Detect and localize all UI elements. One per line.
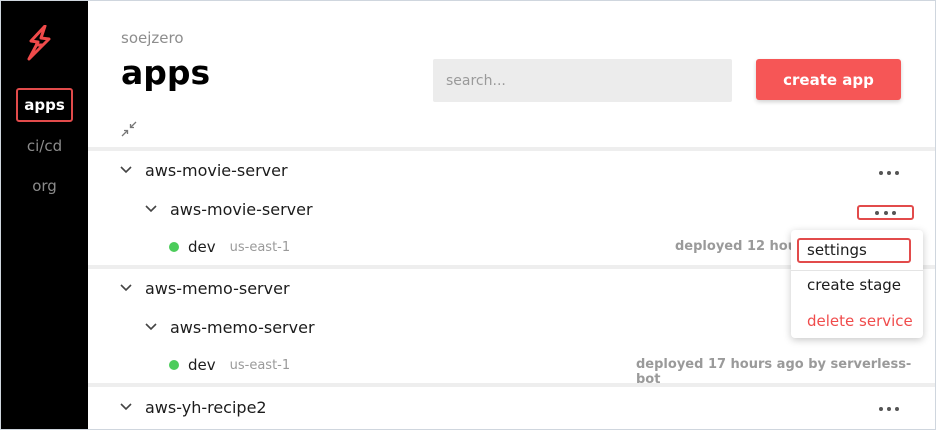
sidebar-item-apps[interactable]: apps [1,88,88,122]
status-dot-icon [169,360,179,370]
sidebar-item-apps-label[interactable]: apps [16,88,73,122]
menu-item-delete-service[interactable]: delete service [791,312,923,330]
app-row[interactable]: aws-memo-server [119,275,290,301]
service-row[interactable]: aws-movie-server [144,196,313,222]
app-name: aws-memo-server [145,278,290,298]
service-more-menu-icon[interactable] [857,205,914,220]
app-name: aws-movie-server [145,160,288,180]
chevron-down-icon[interactable] [119,402,133,412]
stage-region: us-east-1 [229,357,291,373]
sidebar: apps ci/cd org [1,1,88,429]
chevron-down-icon[interactable] [119,283,133,293]
stage-name: dev [188,238,216,256]
app-row[interactable]: aws-movie-server [119,157,288,183]
menu-item-settings-label[interactable]: settings [797,238,911,263]
lightning-logo-icon[interactable] [25,24,53,61]
app-row[interactable]: aws-yh-recipe2 [119,394,267,420]
service-context-menu: settings create stage delete service [791,230,923,338]
collapse-all-icon[interactable] [121,121,137,137]
stage-region: us-east-1 [229,239,291,255]
page-title: apps [121,53,211,92]
sidebar-item-cicd[interactable]: ci/cd [1,137,88,155]
app-name: aws-yh-recipe2 [145,397,267,417]
service-row[interactable]: aws-memo-server [144,314,315,340]
service-name: aws-memo-server [170,317,315,337]
sidebar-item-org[interactable]: org [1,177,88,195]
create-app-button[interactable]: create app [756,59,901,100]
stage-row[interactable]: dev us-east-1 [169,234,290,260]
divider [88,147,935,151]
stage-row[interactable]: dev us-east-1 [169,352,290,378]
status-dot-icon [169,242,179,252]
chevron-down-icon[interactable] [144,322,158,332]
divider [88,383,935,387]
chevron-down-icon[interactable] [144,204,158,214]
app-window: apps ci/cd org soejzero apps create app … [0,0,936,430]
org-name: soejzero [121,29,184,47]
menu-divider [791,270,923,271]
service-name: aws-movie-server [170,199,313,219]
app-more-menu-icon[interactable] [876,166,902,180]
search-input[interactable] [433,59,732,102]
menu-item-create-stage[interactable]: create stage [791,276,923,294]
stage-name: dev [188,356,216,374]
chevron-down-icon[interactable] [119,165,133,175]
app-more-menu-icon[interactable] [876,402,902,416]
menu-item-settings[interactable]: settings [791,238,923,263]
